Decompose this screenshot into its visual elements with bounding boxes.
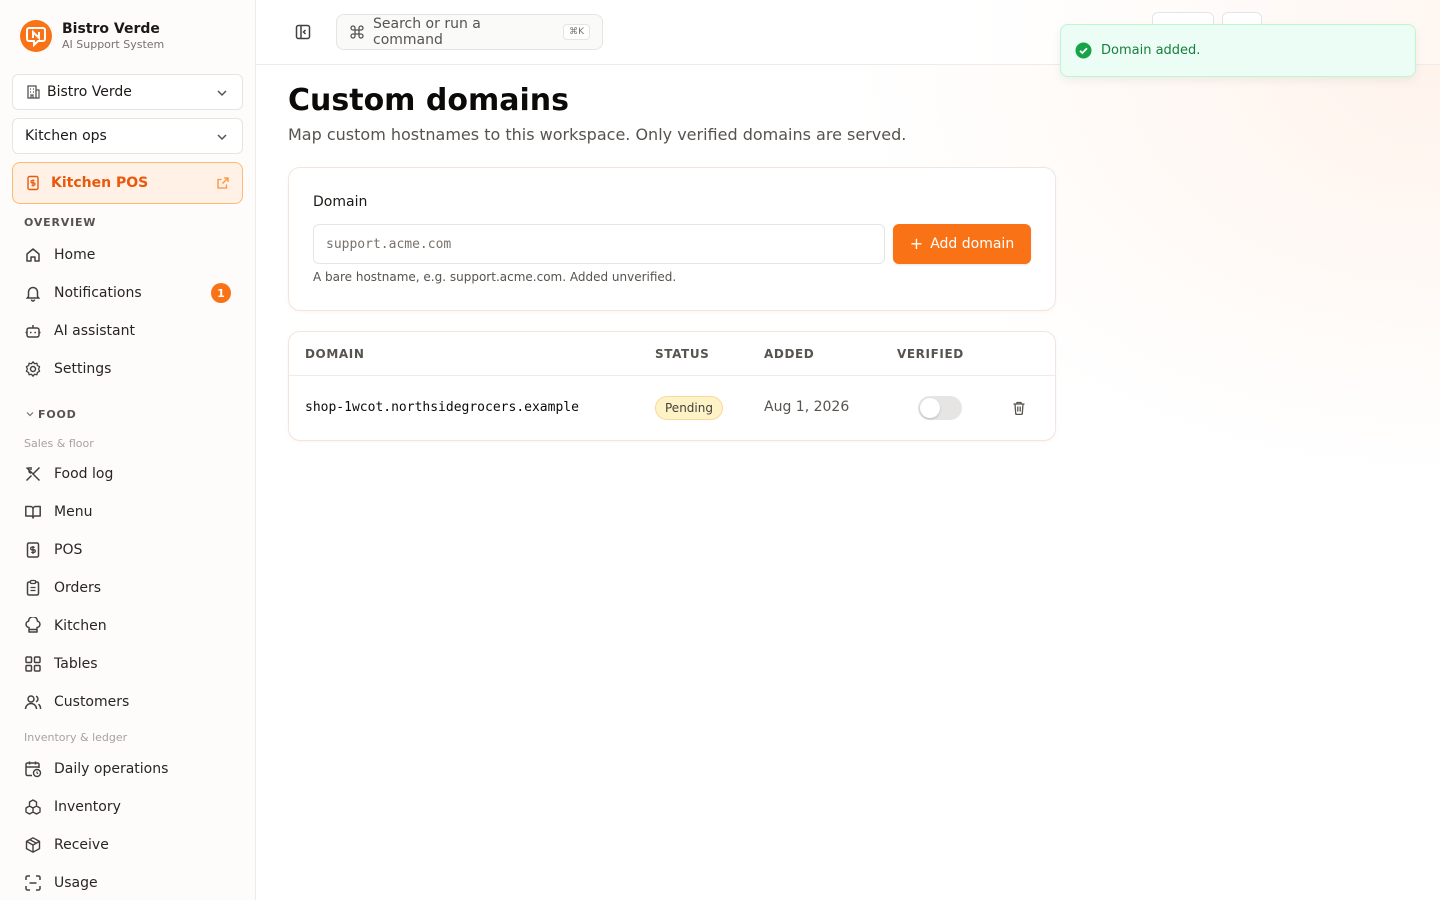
search-placeholder: Search or run a command [373,16,481,48]
nav-item-label: Receive [54,837,109,853]
command-icon [349,24,365,40]
package-icon [24,836,42,854]
sales-group-label: Sales & floor [24,437,94,450]
notification-count-badge: 1 [211,283,231,303]
success-toast: Domain added. [1060,24,1416,77]
team-select[interactable]: Kitchen ops [12,118,243,154]
boxes-icon [24,798,42,816]
bell-icon [24,284,42,302]
nav-item-label: Notifications [54,285,142,301]
added-date-cell: Aug 1, 2026 [764,399,850,415]
nav-item-daily-operations[interactable]: Daily operations [12,751,243,787]
column-header-added: ADDED [764,347,815,361]
nav-item-home[interactable]: Home [12,237,243,273]
nav-item-inventory[interactable]: Inventory [12,789,243,825]
main-content: Custom domains Map custom hostnames to t… [256,65,1440,900]
domain-cell: shop-1wcot.northsidegrocers.example [305,400,579,415]
nav-item-label: Daily operations [54,761,169,777]
gear-icon [24,360,42,378]
add-domain-card: Domain + Add domain A bare hostname, e.g… [288,167,1056,311]
nav-item-label: Food log [54,466,114,482]
users-icon [24,693,42,711]
column-header-status: STATUS [655,347,710,361]
chevron-down-icon [26,408,34,421]
chevron-down-icon [216,131,228,147]
scan-icon [24,874,42,892]
nav-item-kitchen[interactable]: Kitchen [12,608,243,644]
domains-table: DOMAIN STATUS ADDED VERIFIED shop-1wcot.… [288,331,1056,441]
clipboard-icon [24,579,42,597]
brand-name: Bistro Verde [62,21,160,37]
table-header-divider [289,375,1055,376]
nav-item-label: POS [54,542,83,558]
add-domain-button[interactable]: + Add domain [893,224,1031,264]
nav-item-label: Kitchen [54,618,107,634]
nav-item-menu[interactable]: Menu [12,494,243,530]
nav-item-label: Inventory [54,799,121,815]
nav-item-label: Home [54,247,96,263]
check-circle-icon [1075,42,1092,59]
domain-field-label: Domain [313,194,368,210]
command-search[interactable]: Search or run a command ⌘K [336,14,603,50]
book-icon [24,503,42,521]
home-icon [24,246,42,264]
nav-item-label: Menu [54,504,93,520]
sidebar-toggle-icon[interactable] [294,23,312,45]
page-subtitle: Map custom hostnames to this workspace. … [288,125,907,144]
nav-item-label: Usage [54,875,98,891]
status-badge: Pending [655,396,723,420]
domain-input[interactable] [313,224,885,264]
verified-toggle[interactable] [918,396,962,420]
domain-field-hint: A bare hostname, e.g. support.acme.com. … [313,270,677,284]
nav-item-settings[interactable]: Settings [12,351,243,387]
nav-item-food-log[interactable]: Food log [12,456,243,492]
column-header-verified: VERIFIED [897,347,964,361]
receipt-icon [24,541,42,559]
nav-item-label: AI assistant [54,323,135,339]
org-select[interactable]: Bistro Verde [12,74,243,110]
brand-subtitle: AI Support System [62,38,165,51]
grid-icon [24,655,42,673]
calendar-clock-icon [24,760,42,778]
building-icon [25,84,41,100]
search-shortcut: ⌘K [563,24,590,40]
toggle-knob [920,398,940,418]
add-domain-label: Add domain [930,236,1015,252]
page-title: Custom domains [288,83,569,118]
nav-item-ai-assistant[interactable]: AI assistant [12,313,243,349]
toast-message: Domain added. [1101,43,1201,58]
nav-item-usage[interactable]: Usage [12,865,243,900]
nav-item-orders[interactable]: Orders [12,570,243,606]
external-link-icon [216,176,230,194]
brand[interactable]: Bistro Verde AI Support System [20,20,164,52]
trash-icon[interactable] [1009,398,1029,418]
nav-item-label: Orders [54,580,102,596]
nav-item-pos[interactable]: POS [12,532,243,568]
nav-item-label: Customers [54,694,130,710]
overview-section-label: OVERVIEW [24,216,97,229]
inventory-group-label: Inventory & ledger [24,731,128,744]
chevron-down-icon [216,87,228,103]
kitchen-pos-label: Kitchen POS [51,175,149,191]
nav-item-notifications[interactable]: Notifications 1 [12,275,243,311]
nav-item-receive[interactable]: Receive [12,827,243,863]
plus-icon: + [909,234,924,253]
nav-item-tables[interactable]: Tables [12,646,243,682]
receipt-icon [25,175,41,191]
column-header-domain: DOMAIN [305,347,365,361]
food-section-label: FOOD [38,408,77,421]
utensils-icon [24,465,42,483]
food-section-toggle[interactable]: FOOD [26,408,77,421]
team-select-value: Kitchen ops [25,128,107,144]
nav-item-label: Settings [54,361,112,377]
nav-item-label: Tables [54,656,98,672]
brand-logo-icon [20,20,52,52]
nav-item-customers[interactable]: Customers [12,684,243,720]
bot-icon [24,322,42,340]
chef-hat-icon [24,617,42,635]
sidebar: Bistro Verde AI Support System Bistro Ve… [0,0,256,900]
org-select-value: Bistro Verde [47,84,132,100]
kitchen-pos-link[interactable]: Kitchen POS [12,162,243,204]
